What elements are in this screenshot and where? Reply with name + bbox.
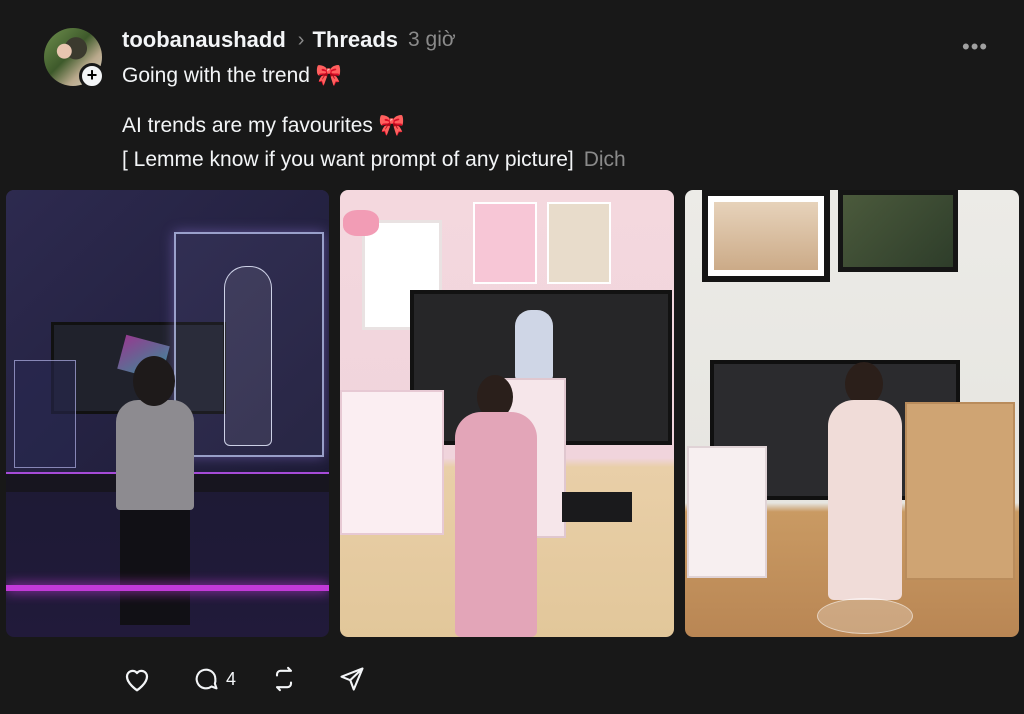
feed-name[interactable]: Threads xyxy=(312,27,398,53)
comment-icon xyxy=(195,668,218,690)
poster-anime-1 xyxy=(473,202,537,284)
framed-photo-lotus xyxy=(838,190,958,272)
person-legs xyxy=(120,510,190,625)
like-button[interactable] xyxy=(122,665,158,693)
figure-box-left xyxy=(340,390,444,535)
person-dress xyxy=(828,400,902,600)
translate-link[interactable]: Dịch xyxy=(584,148,626,171)
share-icon xyxy=(340,667,364,691)
keyboard xyxy=(562,492,632,522)
repost-button[interactable] xyxy=(270,665,304,693)
monitor-figure xyxy=(515,310,553,380)
avatar[interactable]: + xyxy=(44,28,105,89)
post-header: toobanaushadd › Threads 3 giờ xyxy=(122,24,456,56)
post-timestamp: 3 giờ xyxy=(408,28,456,51)
post-image-2[interactable] xyxy=(340,190,674,637)
person-head xyxy=(133,356,175,406)
hologram-figure xyxy=(224,266,272,446)
post-text-line-2: AI trends are my favourites 🎀 xyxy=(122,114,405,137)
post-text-line-3: [ Lemme know if you want prompt of any p… xyxy=(122,148,626,172)
action-bar: 4 xyxy=(122,662,406,696)
figure-stand xyxy=(817,598,913,634)
person-body xyxy=(116,400,194,510)
more-icon[interactable]: ••• xyxy=(962,34,988,60)
figure-box-small xyxy=(687,446,767,578)
cardboard-box xyxy=(905,402,1015,580)
person-dress xyxy=(455,412,537,637)
poster-anime-2 xyxy=(547,202,611,284)
reply-button[interactable]: 4 xyxy=(192,665,236,693)
chevron-right-icon: › xyxy=(297,28,305,51)
share-button[interactable] xyxy=(338,665,372,693)
post-text-line-3-content: [ Lemme know if you want prompt of any p… xyxy=(122,148,574,171)
post-text-line-1: Going with the trend 🎀 xyxy=(122,64,342,87)
follow-button[interactable]: + xyxy=(79,63,105,89)
small-hologram xyxy=(14,360,76,468)
heart-icon xyxy=(125,669,149,692)
post-image-1[interactable] xyxy=(6,190,329,637)
framed-photo-taj xyxy=(702,190,830,282)
post-image-3[interactable] xyxy=(685,190,1019,637)
pink-bow-icon xyxy=(343,210,379,236)
username[interactable]: toobanaushadd xyxy=(122,27,286,53)
floor-neon xyxy=(6,585,329,591)
reply-count: 4 xyxy=(226,668,237,689)
repost-icon xyxy=(275,666,293,692)
thread-post: + toobanaushadd › Threads 3 giờ ••• Goin… xyxy=(0,0,1024,714)
